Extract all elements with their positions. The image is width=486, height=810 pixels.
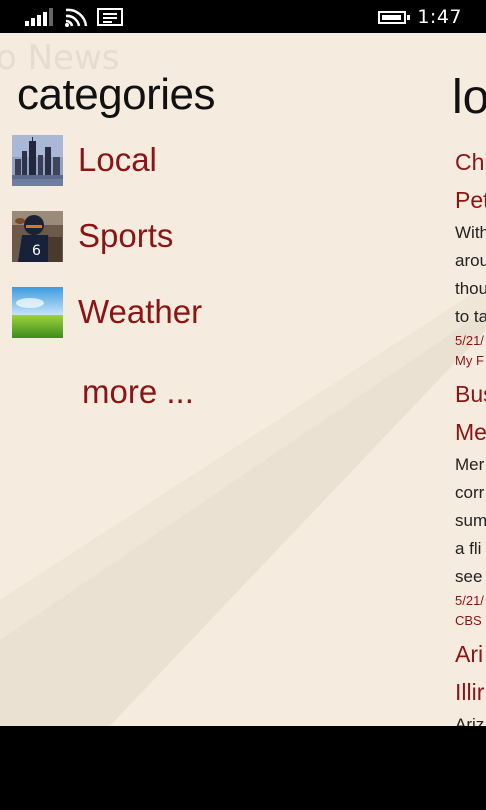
article-body-line: see bbox=[455, 567, 483, 586]
article-item[interactable]: Chi Pet With arou thou to ta 5/21/ My F bbox=[455, 143, 486, 371]
article-date: 5/21/ bbox=[455, 333, 484, 348]
status-time: 1:47 bbox=[417, 6, 462, 28]
article-body-line: sum bbox=[455, 511, 486, 530]
message-icon bbox=[97, 8, 123, 26]
signal-icon bbox=[25, 8, 55, 26]
article-body-line: Mer bbox=[455, 455, 485, 474]
article-title-line: Chi bbox=[455, 149, 486, 175]
article-source: CBS bbox=[455, 613, 482, 628]
article-body-line: arou bbox=[455, 251, 486, 270]
article-body-line: corr bbox=[455, 483, 485, 502]
article-title-line: Ari bbox=[455, 641, 484, 667]
local-panel-title: lo bbox=[452, 71, 486, 124]
bottom-bar bbox=[0, 726, 486, 810]
status-bar: 1:47 bbox=[0, 0, 486, 33]
article-title-line: Pet bbox=[455, 187, 486, 213]
wifi-icon bbox=[65, 8, 88, 27]
local-panel: lo Chi Pet With arou thou to ta 5/21/ My… bbox=[0, 0, 486, 810]
article-body-line: to ta bbox=[455, 307, 486, 326]
article-title-line: Illir bbox=[455, 679, 485, 705]
article-title-line: Bus bbox=[455, 381, 486, 407]
article-title-line: Me bbox=[455, 419, 486, 445]
article-body-line: With bbox=[455, 223, 486, 242]
article-body-line: a fli bbox=[455, 539, 482, 558]
article-body-line: thou bbox=[455, 279, 486, 298]
article-source: My F bbox=[455, 353, 484, 368]
battery-tip bbox=[407, 15, 410, 20]
article-item[interactable]: Ari Illir Ariz bbox=[455, 635, 486, 739]
battery-icon bbox=[378, 11, 406, 24]
article-item[interactable]: Bus Me Mer corr sum a fli see 5/21/ CBS bbox=[455, 375, 486, 631]
article-date: 5/21/ bbox=[455, 593, 484, 608]
